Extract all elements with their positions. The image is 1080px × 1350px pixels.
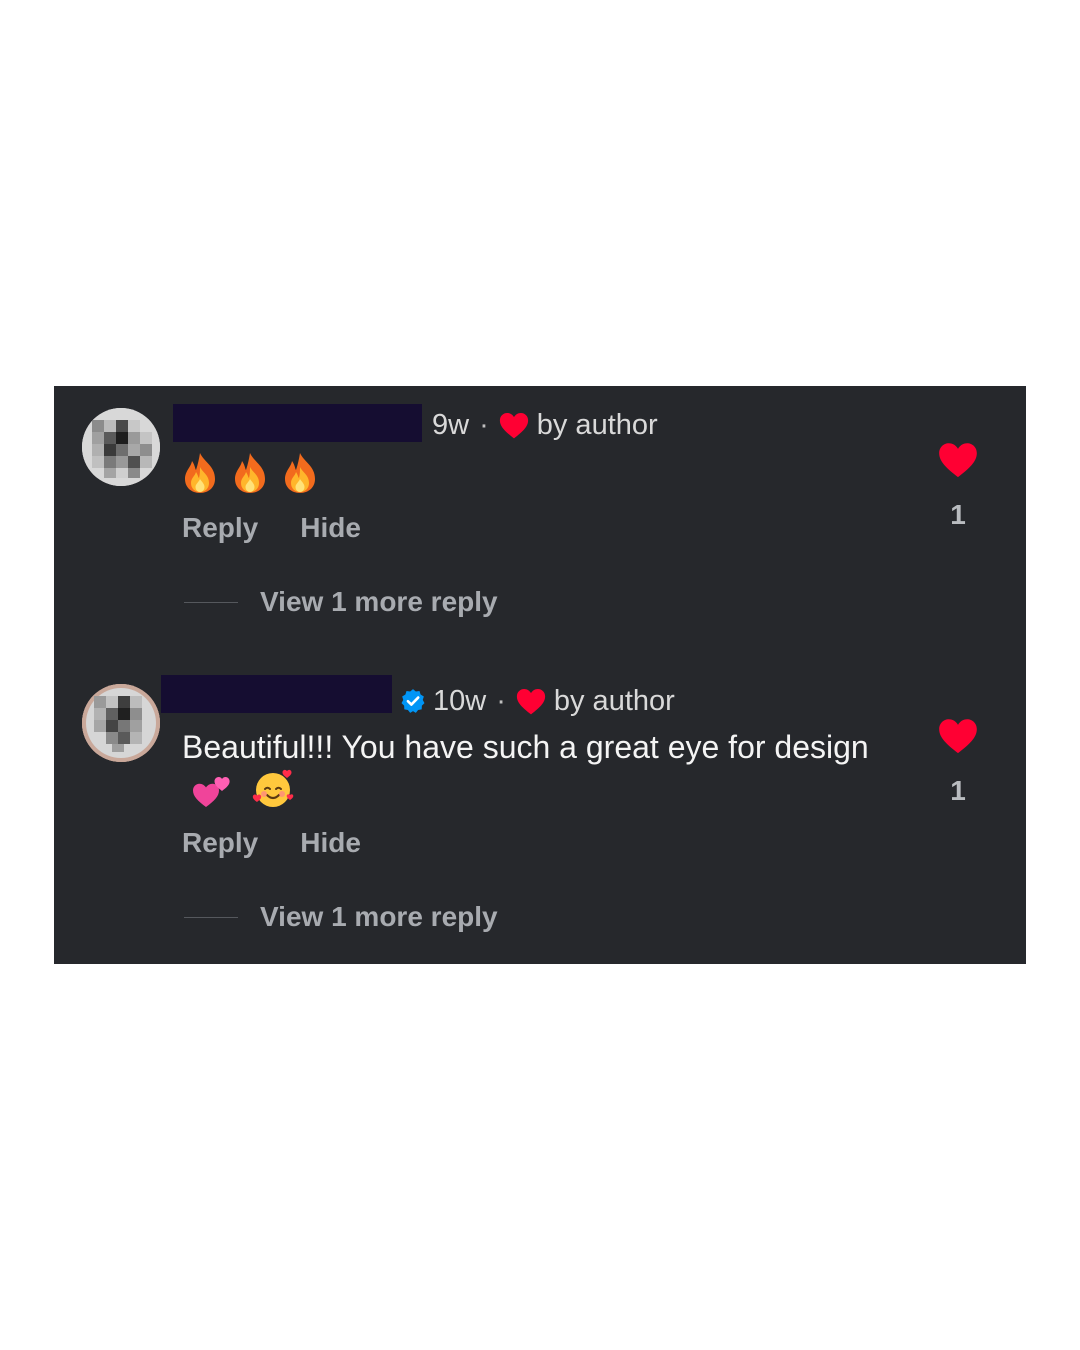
view-more-replies[interactable]: View 1 more reply [184, 901, 498, 933]
like-count: 1 [950, 499, 966, 530]
like-column: 1 [938, 718, 978, 807]
reply-thread-line [184, 916, 238, 918]
heart-icon [516, 688, 546, 715]
two-hearts-emoji-icon [192, 771, 232, 818]
username-redaction [173, 404, 422, 442]
liked-by-author-label: by author [553, 685, 675, 717]
like-column: 1 [938, 442, 978, 531]
timestamp: 10w [433, 685, 487, 717]
verified-badge-icon [400, 688, 426, 714]
comment-actions: Reply Hide [182, 827, 361, 859]
comment-actions: Reply Hide [182, 512, 361, 544]
meta-separator: · [496, 685, 506, 717]
fire-emoji-icon [182, 452, 218, 503]
comment-text [182, 452, 872, 503]
smiling-face-with-hearts-emoji-icon [251, 767, 295, 818]
like-count: 1 [950, 775, 966, 806]
comment-meta: 9w · by author [432, 406, 658, 444]
hide-button[interactable]: Hide [300, 512, 361, 544]
hide-button[interactable]: Hide [300, 827, 361, 859]
reply-button[interactable]: Reply [182, 827, 258, 859]
comments-card: 9w · by author Reply Hide View 1 more re… [54, 386, 1026, 964]
fire-emoji-icon [282, 452, 318, 503]
comment-text-content: Beautiful!!! You have such a great eye f… [182, 729, 869, 765]
comment-text: Beautiful!!! You have such a great eye f… [182, 728, 872, 818]
username-redaction [161, 675, 392, 713]
reply-thread-line [184, 601, 238, 603]
avatar[interactable] [82, 408, 160, 486]
emoji-row [182, 452, 872, 503]
view-more-label: View 1 more reply [260, 586, 498, 617]
comment-meta: 10w · by author [400, 682, 675, 720]
meta-separator: · [479, 409, 489, 441]
avatar[interactable] [82, 684, 160, 762]
liked-by-author-label: by author [536, 409, 658, 441]
like-heart-icon[interactable] [938, 718, 978, 761]
reply-button[interactable]: Reply [182, 512, 258, 544]
like-heart-icon[interactable] [938, 442, 978, 485]
timestamp: 9w [432, 409, 470, 441]
fire-emoji-icon [232, 452, 268, 503]
heart-icon [499, 412, 529, 439]
view-more-label: View 1 more reply [260, 901, 498, 932]
view-more-replies[interactable]: View 1 more reply [184, 586, 498, 618]
